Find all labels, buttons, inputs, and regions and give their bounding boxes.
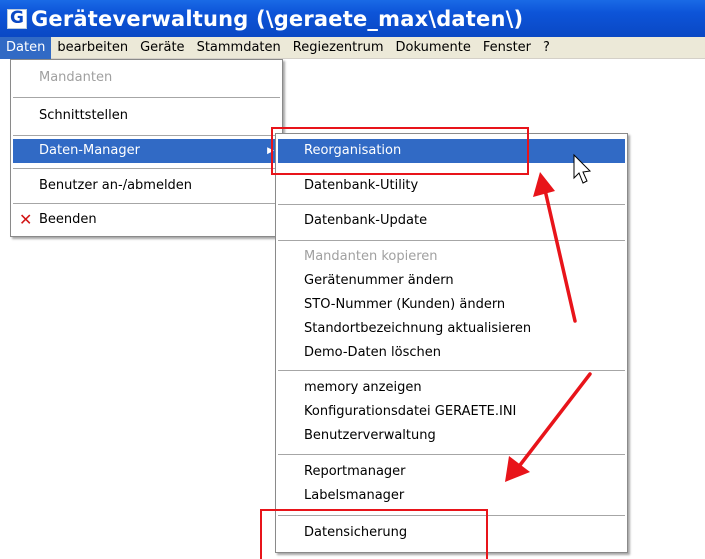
menu-item-sto-nummer-aendern[interactable]: STO-Nummer (Kunden) ändern xyxy=(278,293,625,317)
title-bar: G Geräteverwaltung (\geraete_max\daten\) xyxy=(0,0,705,37)
menu-separator xyxy=(13,168,280,169)
menu-item-memory-anzeigen[interactable]: memory anzeigen xyxy=(278,376,625,400)
menu-geraete[interactable]: Geräte xyxy=(134,37,190,59)
window-title: Geräteverwaltung (\geraete_max\daten\) xyxy=(31,6,524,31)
menu-item-label: Beenden xyxy=(39,212,97,227)
daten-manager-submenu: Reorganisation Datenbank-Utility Datenba… xyxy=(275,133,628,553)
menu-separator xyxy=(278,204,625,205)
menu-separator xyxy=(278,240,625,241)
menu-item-konfigurationsdatei[interactable]: Konfigurationsdatei GERAETE.INI xyxy=(278,400,625,424)
menu-daten[interactable]: Daten xyxy=(0,36,52,59)
menu-item-datensicherung[interactable]: Datensicherung xyxy=(278,521,625,545)
app-logo-icon: G xyxy=(7,8,27,29)
menu-stammdaten[interactable]: Stammdaten xyxy=(191,37,287,59)
menu-item-label: Daten-Manager xyxy=(39,143,140,158)
menu-item-demo-daten-loeschen[interactable]: Demo-Daten löschen xyxy=(278,341,625,365)
menu-dokumente[interactable]: Dokumente xyxy=(389,37,476,59)
submenu-arrow-icon: ▶ xyxy=(267,146,274,156)
menu-separator xyxy=(278,515,625,516)
menu-item-schnittstellen[interactable]: Schnittstellen xyxy=(13,104,280,128)
menu-item-mandanten: Mandanten xyxy=(39,70,113,85)
menu-item-labelsmanager[interactable]: Labelsmanager xyxy=(278,484,625,508)
menu-item-geraetenummer-aendern[interactable]: Gerätenummer ändern xyxy=(278,269,625,293)
menu-help[interactable]: ? xyxy=(537,37,556,59)
menu-item-daten-manager[interactable]: Daten-Manager ▶ xyxy=(13,139,280,163)
menu-item-beenden[interactable]: ✕ Beenden xyxy=(13,208,280,232)
menu-item-datenbank-update[interactable]: Datenbank-Update xyxy=(278,209,625,233)
menu-item-standortbezeichnung[interactable]: Standortbezeichnung aktualisieren xyxy=(278,317,625,341)
menu-fenster[interactable]: Fenster xyxy=(477,37,537,59)
menu-item-reportmanager[interactable]: Reportmanager xyxy=(278,460,625,484)
menu-regiezentrum[interactable]: Regiezentrum xyxy=(287,37,390,59)
close-icon: ✕ xyxy=(19,210,33,229)
menu-separator xyxy=(13,135,280,136)
menu-item-benutzer-anmelden[interactable]: Benutzer an-/abmelden xyxy=(13,174,280,198)
menu-item-benutzerverwaltung[interactable]: Benutzerverwaltung xyxy=(278,424,625,448)
menu-separator xyxy=(278,454,625,455)
menu-item-reorganisation[interactable]: Reorganisation xyxy=(278,139,625,163)
menu-item-datenbank-utility[interactable]: Datenbank-Utility xyxy=(278,174,625,198)
menu-separator xyxy=(278,370,625,371)
menu-bar: Daten bearbeiten Geräte Stammdaten Regie… xyxy=(0,36,705,59)
menu-separator xyxy=(13,203,280,204)
daten-dropdown-menu: Mandanten Schnittstellen Daten-Manager ▶… xyxy=(10,59,283,237)
menu-bearbeiten[interactable]: bearbeiten xyxy=(51,37,134,59)
menu-item-mandanten-kopieren: Mandanten kopieren xyxy=(304,249,438,264)
menu-separator xyxy=(13,97,280,98)
